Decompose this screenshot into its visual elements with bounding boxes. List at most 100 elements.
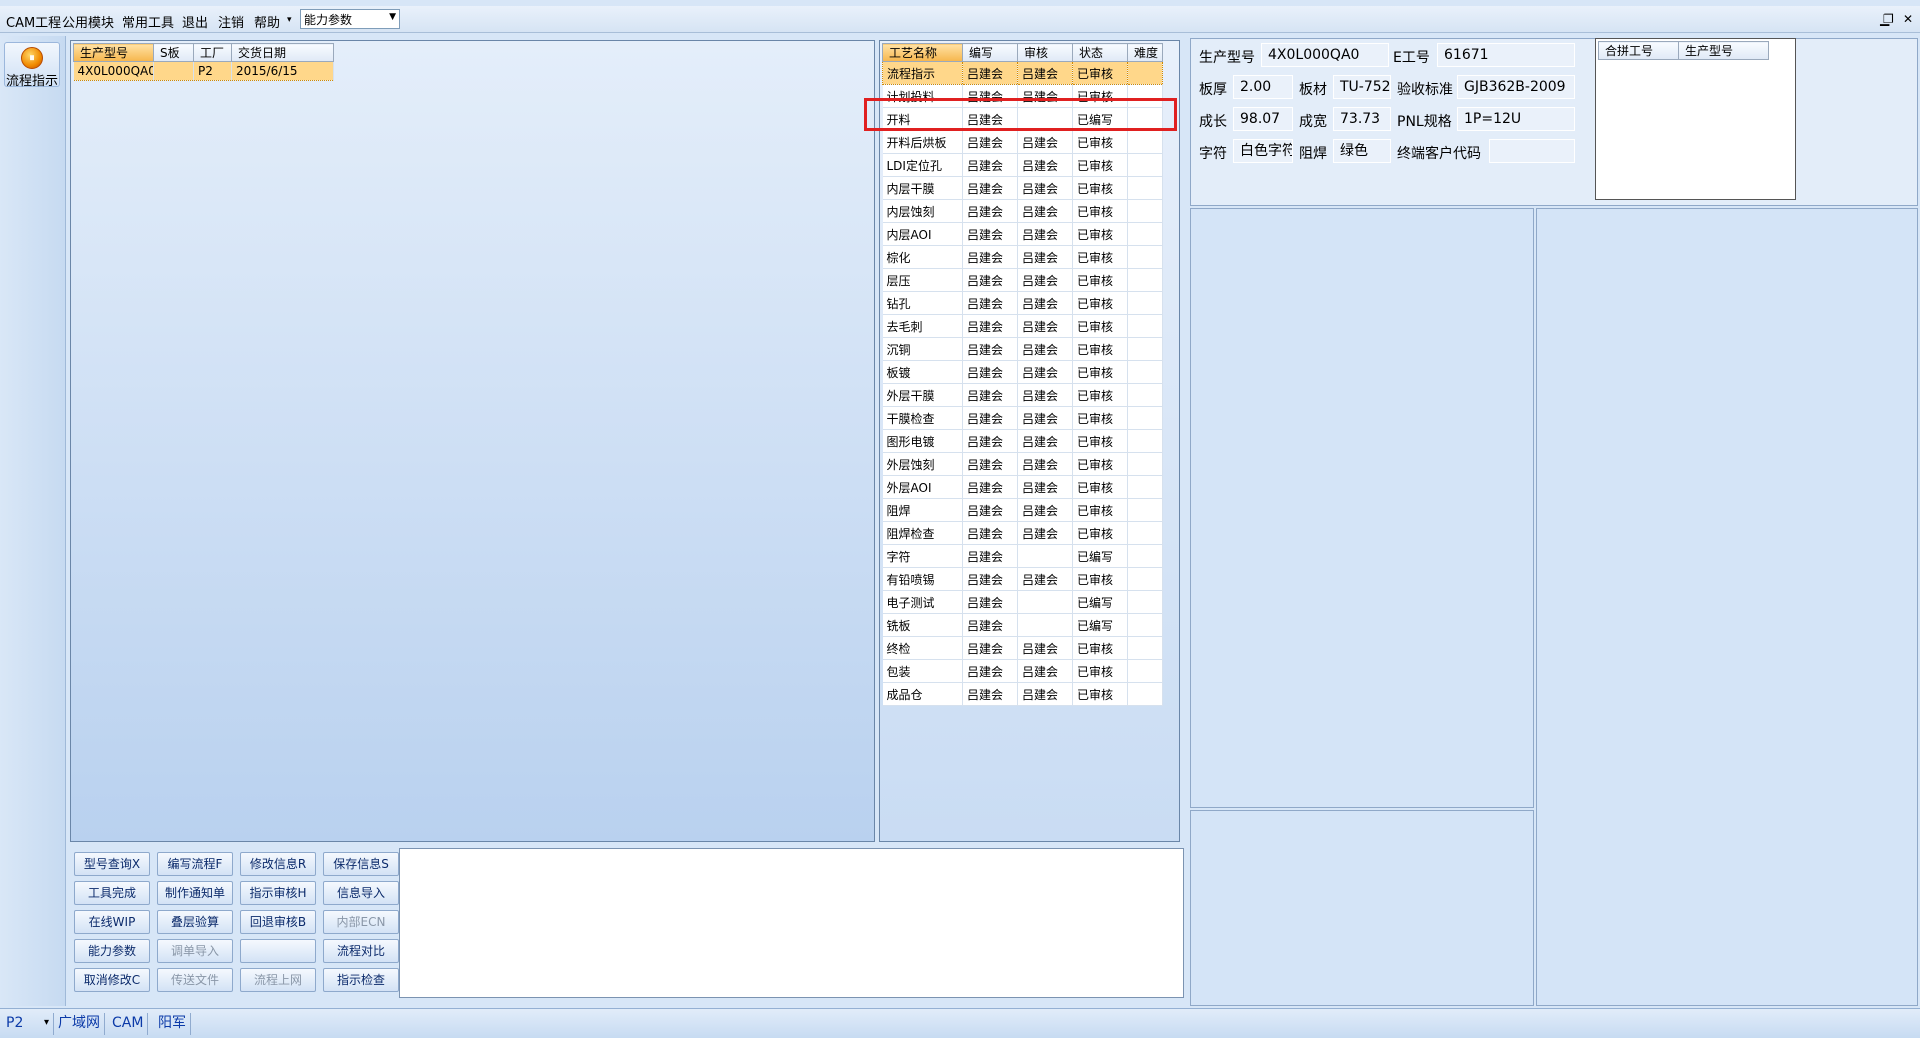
- action-button-3-1[interactable]: 调单导入: [157, 939, 233, 963]
- table-row[interactable]: 去毛刺 吕建会 吕建会 已审核: [882, 314, 1163, 338]
- cell-writer: 吕建会: [962, 682, 1018, 706]
- table-row[interactable]: 有铅喷锡 吕建会 吕建会 已审核: [882, 567, 1163, 591]
- ability-param-combo[interactable]: 能力参数 ▼: [300, 9, 400, 29]
- table-row[interactable]: 沉铜 吕建会 吕建会 已审核: [882, 337, 1163, 361]
- cell-difficulty: [1127, 590, 1163, 614]
- cell-name: 内层AOI: [882, 222, 963, 246]
- cell-name: LDI定位孔: [882, 153, 963, 177]
- thickness-field[interactable]: 2.00: [1233, 75, 1293, 99]
- menu-overflow-arrow[interactable]: ▾: [287, 15, 292, 25]
- cell-name: 电子测试: [882, 590, 963, 614]
- action-button-3-3[interactable]: 流程对比: [323, 939, 399, 963]
- table-row[interactable]: 成品仓 吕建会 吕建会 已审核: [882, 682, 1163, 706]
- material-field[interactable]: TU-752: [1333, 75, 1391, 99]
- col-factory[interactable]: 工厂: [193, 43, 232, 62]
- action-button-2-0[interactable]: 在线WIP: [74, 910, 150, 934]
- action-button-0-1[interactable]: 编写流程F: [157, 852, 233, 876]
- col-difficulty[interactable]: 难度: [1127, 43, 1163, 62]
- notes-textarea[interactable]: [399, 848, 1184, 998]
- cell-date: 2015/6/15: [231, 61, 334, 81]
- table-row[interactable]: 铣板 吕建会 已编写: [882, 613, 1163, 637]
- table-row[interactable]: 内层AOI 吕建会 吕建会 已审核: [882, 222, 1163, 246]
- action-button-4-3[interactable]: 指示检查: [323, 968, 399, 992]
- action-button-0-3[interactable]: 保存信息S: [323, 852, 399, 876]
- table-row[interactable]: 干膜检查 吕建会 吕建会 已审核: [882, 406, 1163, 430]
- standard-field[interactable]: GJB362B-2009: [1457, 75, 1575, 99]
- col-process-name[interactable]: 工艺名称: [882, 43, 963, 62]
- table-row[interactable]: 图形电镀 吕建会 吕建会 已审核: [882, 429, 1163, 453]
- table-row[interactable]: 开料后烘板 吕建会 吕建会 已审核: [882, 130, 1163, 154]
- table-row[interactable]: 字符 吕建会 已编写: [882, 544, 1163, 568]
- eno-field[interactable]: 61671: [1437, 43, 1575, 67]
- table-row[interactable]: LDI定位孔 吕建会 吕建会 已审核: [882, 153, 1163, 177]
- cell-model: 4X0L000QA0: [73, 61, 154, 81]
- action-button-1-0[interactable]: 工具完成: [74, 881, 150, 905]
- flow-instruction-button[interactable]: ⏸ 流程指示: [4, 42, 60, 89]
- menu-common-modules[interactable]: 公用模块: [62, 12, 114, 31]
- table-row[interactable]: 内层干膜 吕建会 吕建会 已审核: [882, 176, 1163, 200]
- table-row[interactable]: 流程指示 吕建会 吕建会 已审核: [882, 61, 1163, 85]
- menu-help[interactable]: 帮助: [254, 12, 280, 31]
- customer-field[interactable]: [1489, 139, 1575, 163]
- action-button-1-2[interactable]: 指示审核H: [240, 881, 316, 905]
- table-row[interactable]: 板镀 吕建会 吕建会 已审核: [882, 360, 1163, 384]
- action-button-0-2[interactable]: 修改信息R: [240, 852, 316, 876]
- action-button-3-0[interactable]: 能力参数: [74, 939, 150, 963]
- table-row[interactable]: 外层AOI 吕建会 吕建会 已审核: [882, 475, 1163, 499]
- table-row[interactable]: 外层蚀刻 吕建会 吕建会 已审核: [882, 452, 1163, 476]
- restore-icon[interactable]: ❐: [1883, 12, 1894, 26]
- col-delivery-date[interactable]: 交货日期: [231, 43, 334, 62]
- table-row[interactable]: 内层蚀刻 吕建会 吕建会 已审核: [882, 199, 1163, 223]
- cell-name: 阻焊: [882, 498, 963, 522]
- col-s-board[interactable]: S板: [153, 43, 194, 62]
- action-button-4-2[interactable]: 流程上网: [240, 968, 316, 992]
- table-row[interactable]: 终检 吕建会 吕建会 已审核: [882, 636, 1163, 660]
- char-field[interactable]: 白色字符: [1233, 139, 1293, 163]
- table-row[interactable]: 阻焊检查 吕建会 吕建会 已审核: [882, 521, 1163, 545]
- table-row[interactable]: 钻孔 吕建会 吕建会 已审核: [882, 291, 1163, 315]
- model-field[interactable]: 4X0L000QA0: [1261, 43, 1389, 67]
- pnl-field[interactable]: 1P=12U: [1457, 107, 1575, 131]
- length-field[interactable]: 98.07: [1233, 107, 1293, 131]
- menu-exit[interactable]: 退出: [182, 12, 208, 31]
- action-button-2-1[interactable]: 叠层验算: [157, 910, 233, 934]
- action-button-1-3[interactable]: 信息导入: [323, 881, 399, 905]
- col-reviewer[interactable]: 审核: [1017, 43, 1073, 62]
- col-model[interactable]: 生产型号: [73, 43, 154, 62]
- cell-reviewer: 吕建会: [1017, 222, 1073, 246]
- mask-field[interactable]: 绿色: [1333, 139, 1391, 163]
- table-row[interactable]: 棕化 吕建会 吕建会 已审核: [882, 245, 1163, 269]
- col-status[interactable]: 状态: [1072, 43, 1128, 62]
- col-merge-eno[interactable]: 合拼工号: [1598, 41, 1679, 60]
- cell-reviewer: 吕建会: [1017, 498, 1073, 522]
- action-button-2-3[interactable]: 内部ECN: [323, 910, 399, 934]
- cell-reviewer: 吕建会: [1017, 406, 1073, 430]
- table-row[interactable]: 4X0L000QA0 P2 2015/6/15: [73, 61, 334, 81]
- action-button-4-0[interactable]: 取消修改C: [74, 968, 150, 992]
- cell-reviewer: 吕建会: [1017, 314, 1073, 338]
- eno-label: E工号: [1393, 50, 1430, 66]
- standard-label: 验收标准: [1397, 82, 1453, 98]
- table-row[interactable]: 阻焊 吕建会 吕建会 已审核: [882, 498, 1163, 522]
- menu-logout[interactable]: 注销: [218, 12, 244, 31]
- col-merge-model[interactable]: 生产型号: [1678, 41, 1769, 60]
- action-button-4-1[interactable]: 传送文件: [157, 968, 233, 992]
- cell-difficulty: [1127, 291, 1163, 315]
- table-row[interactable]: 层压 吕建会 吕建会 已审核: [882, 268, 1163, 292]
- table-row[interactable]: 包装 吕建会 吕建会 已审核: [882, 659, 1163, 683]
- table-row[interactable]: 外层干膜 吕建会 吕建会 已审核: [882, 383, 1163, 407]
- table-row[interactable]: 电子测试 吕建会 已编写: [882, 590, 1163, 614]
- width-field[interactable]: 73.73: [1333, 107, 1391, 131]
- menu-cam-project[interactable]: CAM工程: [6, 12, 61, 31]
- action-button-1-1[interactable]: 制作通知单: [157, 881, 233, 905]
- close-icon[interactable]: ✕: [1903, 12, 1913, 26]
- factory-selector[interactable]: P2 ▾: [2, 1013, 54, 1035]
- action-button-3-2[interactable]: [240, 939, 316, 963]
- menu-common-tools[interactable]: 常用工具: [122, 12, 174, 31]
- cell-writer: 吕建会: [962, 613, 1018, 637]
- col-writer[interactable]: 编写: [962, 43, 1018, 62]
- cell-difficulty: [1127, 498, 1163, 522]
- cell-writer: 吕建会: [962, 521, 1018, 545]
- action-button-2-2[interactable]: 回退审核B: [240, 910, 316, 934]
- action-button-0-0[interactable]: 型号查询X: [74, 852, 150, 876]
